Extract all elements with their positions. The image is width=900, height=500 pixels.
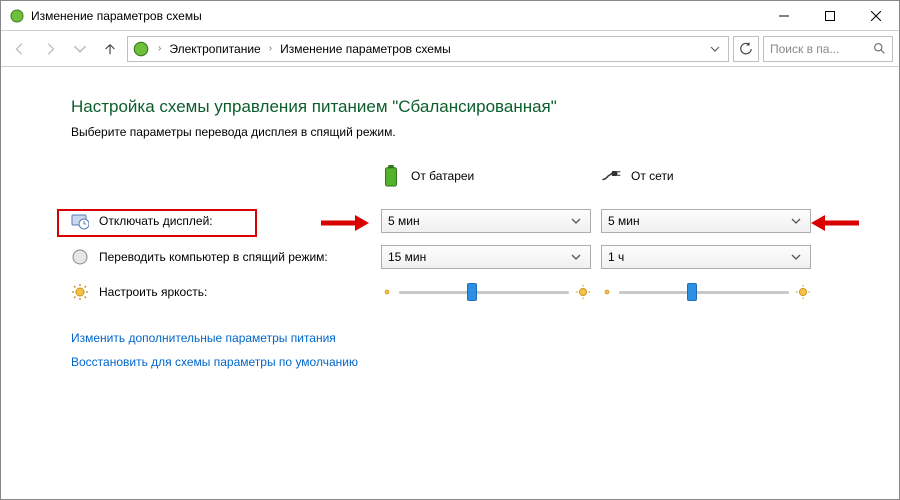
power-plan-icon bbox=[9, 8, 25, 24]
search-icon bbox=[873, 42, 886, 55]
breadcrumb[interactable]: › Электропитание › Изменение параметров … bbox=[127, 36, 729, 62]
slider-track[interactable] bbox=[619, 283, 789, 301]
column-header-plugged-label: От сети bbox=[631, 169, 674, 183]
links-section: Изменить дополнительные параметры питани… bbox=[71, 331, 839, 369]
display-off-battery-select[interactable]: 5 мин bbox=[381, 209, 591, 233]
back-button[interactable] bbox=[7, 36, 33, 62]
row-brightness-label: Настроить яркость: bbox=[99, 285, 207, 299]
chevron-down-icon bbox=[788, 210, 804, 232]
chevron-down-icon bbox=[788, 246, 804, 268]
column-header-battery: От батареи bbox=[381, 157, 591, 203]
up-button[interactable] bbox=[97, 36, 123, 62]
restore-defaults-link[interactable]: Восстановить для схемы параметры по умол… bbox=[71, 355, 358, 369]
advanced-settings-link[interactable]: Изменить дополнительные параметры питани… bbox=[71, 331, 336, 345]
refresh-button[interactable] bbox=[733, 36, 759, 62]
breadcrumb-item-power[interactable]: Электропитание bbox=[167, 42, 262, 56]
breadcrumb-history-dropdown[interactable] bbox=[706, 38, 724, 60]
search-placeholder: Поиск в па... bbox=[770, 42, 869, 56]
window-title: Изменение параметров схемы bbox=[31, 9, 202, 23]
search-input[interactable]: Поиск в па... bbox=[763, 36, 893, 62]
sun-large-icon bbox=[795, 284, 811, 300]
chevron-down-icon bbox=[568, 210, 584, 232]
sun-large-icon bbox=[575, 284, 591, 300]
chevron-right-icon: › bbox=[154, 43, 165, 54]
row-brightness: Настроить яркость: bbox=[71, 277, 371, 307]
slider-track[interactable] bbox=[399, 283, 569, 301]
page-subtext: Выберите параметры перевода дисплея в сп… bbox=[71, 125, 839, 139]
column-header-battery-label: От батареи bbox=[411, 169, 474, 183]
chevron-down-icon bbox=[568, 246, 584, 268]
forward-button[interactable] bbox=[37, 36, 63, 62]
row-sleep-label: Переводить компьютер в спящий режим: bbox=[99, 250, 328, 264]
maximize-button[interactable] bbox=[807, 1, 853, 31]
brightness-plugged-slider[interactable] bbox=[601, 283, 811, 301]
brightness-battery-slider[interactable] bbox=[381, 283, 591, 301]
annotation-arrow-left-icon bbox=[811, 213, 861, 233]
plug-icon bbox=[601, 163, 621, 189]
slider-thumb[interactable] bbox=[687, 283, 697, 301]
power-plan-icon bbox=[132, 40, 150, 58]
column-header-plugged: От сети bbox=[601, 157, 811, 203]
row-display-off: Отключать дисплей: bbox=[71, 206, 371, 236]
minimize-button[interactable] bbox=[761, 1, 807, 31]
titlebar: Изменение параметров схемы bbox=[1, 1, 899, 31]
battery-icon bbox=[381, 163, 401, 189]
slider-thumb[interactable] bbox=[467, 283, 477, 301]
sleep-plugged-select[interactable]: 1 ч bbox=[601, 245, 811, 269]
breadcrumb-item-edit-plan[interactable]: Изменение параметров схемы bbox=[278, 42, 453, 56]
navbar: › Электропитание › Изменение параметров … bbox=[1, 31, 899, 67]
row-display-off-label: Отключать дисплей: bbox=[99, 214, 213, 228]
display-off-plugged-select[interactable]: 5 мин bbox=[601, 209, 811, 233]
row-sleep: Переводить компьютер в спящий режим: bbox=[71, 242, 371, 272]
moon-icon bbox=[71, 248, 89, 266]
settings-grid: От батареи От сети Отключать дисплей: 5 … bbox=[71, 157, 839, 309]
monitor-clock-icon bbox=[71, 212, 89, 230]
content: Настройка схемы управления питанием "Сба… bbox=[1, 67, 899, 369]
display-off-plugged-value: 5 мин bbox=[608, 214, 788, 228]
close-button[interactable] bbox=[853, 1, 899, 31]
sleep-plugged-value: 1 ч bbox=[608, 250, 788, 264]
sleep-battery-select[interactable]: 15 мин bbox=[381, 245, 591, 269]
sun-small-icon bbox=[381, 286, 393, 298]
sun-small-icon bbox=[601, 286, 613, 298]
recent-dropdown[interactable] bbox=[67, 36, 93, 62]
sun-icon bbox=[71, 283, 89, 301]
chevron-right-icon: › bbox=[265, 43, 276, 54]
display-off-battery-value: 5 мин bbox=[388, 214, 568, 228]
page-heading: Настройка схемы управления питанием "Сба… bbox=[71, 97, 839, 117]
sleep-battery-value: 15 мин bbox=[388, 250, 568, 264]
